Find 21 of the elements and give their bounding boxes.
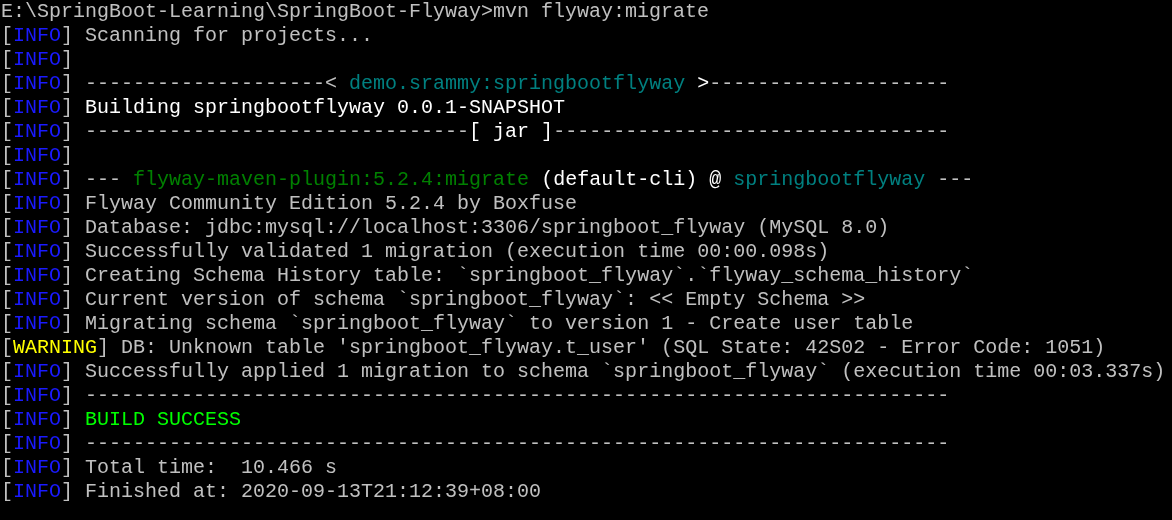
log-line: [INFO] --------------------< demo.srammy:springbootflyway >-------------------- xyxy=(1,72,950,96)
log-line: [INFO] Current version of schema `springboot_flyway`: << Empty Schema >> xyxy=(1,288,866,312)
log-line: [INFO] --- flyway-maven-plugin:5.2.4:migrate (default-cli) @ springbootflyway --- xyxy=(1,168,974,192)
log-line: [INFO] xyxy=(1,48,74,72)
log-line: [WARNING] DB: Unknown table 'springboot_flyway.t_user' (SQL State: 42S02 - Error Code: 1051) xyxy=(1,336,1106,360)
log-line: [INFO] Total time: 10.466 s xyxy=(1,456,338,480)
log-line: [INFO] Flyway Community Edition 5.2.4 by Boxfuse xyxy=(1,192,578,216)
log-line: [INFO] Database: jdbc:mysql://localhost:3306/springboot_flyway (MySQL 8.0) xyxy=(1,216,890,240)
log-line: [INFO] Successfully applied 1 migration to schema `springboot_flyway` (execution time 00:03.337s) xyxy=(1,360,1166,384)
log-line: [INFO] ------------------------------------------------------------------------ xyxy=(1,432,950,456)
log-line: [INFO] Creating Schema History table: `springboot_flyway`.`flyway_schema_history` xyxy=(1,264,974,288)
log-line: [INFO] --------------------------------[ jar ]--------------------------------- xyxy=(1,120,950,144)
log-line: [INFO] Successfully validated 1 migration (execution time 00:00.098s) xyxy=(1,240,830,264)
log-line: [INFO] xyxy=(1,144,74,168)
log-line: [INFO] Building springbootflyway 0.0.1-SNAPSHOT xyxy=(1,96,566,120)
log-line: [INFO] Finished at: 2020-09-13T21:12:39+08:00 xyxy=(1,480,542,504)
log-line: [INFO] Scanning for projects... xyxy=(1,24,374,48)
log-line: [INFO] Migrating schema `springboot_flyway` to version 1 - Create user table xyxy=(1,312,914,336)
log-line: [INFO] ------------------------------------------------------------------------ xyxy=(1,384,950,408)
log-line: E:\SpringBoot-Learning\SpringBoot-Flyway>mvn flyway:migrate xyxy=(1,0,710,24)
log-line: [INFO] BUILD SUCCESS xyxy=(1,408,242,432)
